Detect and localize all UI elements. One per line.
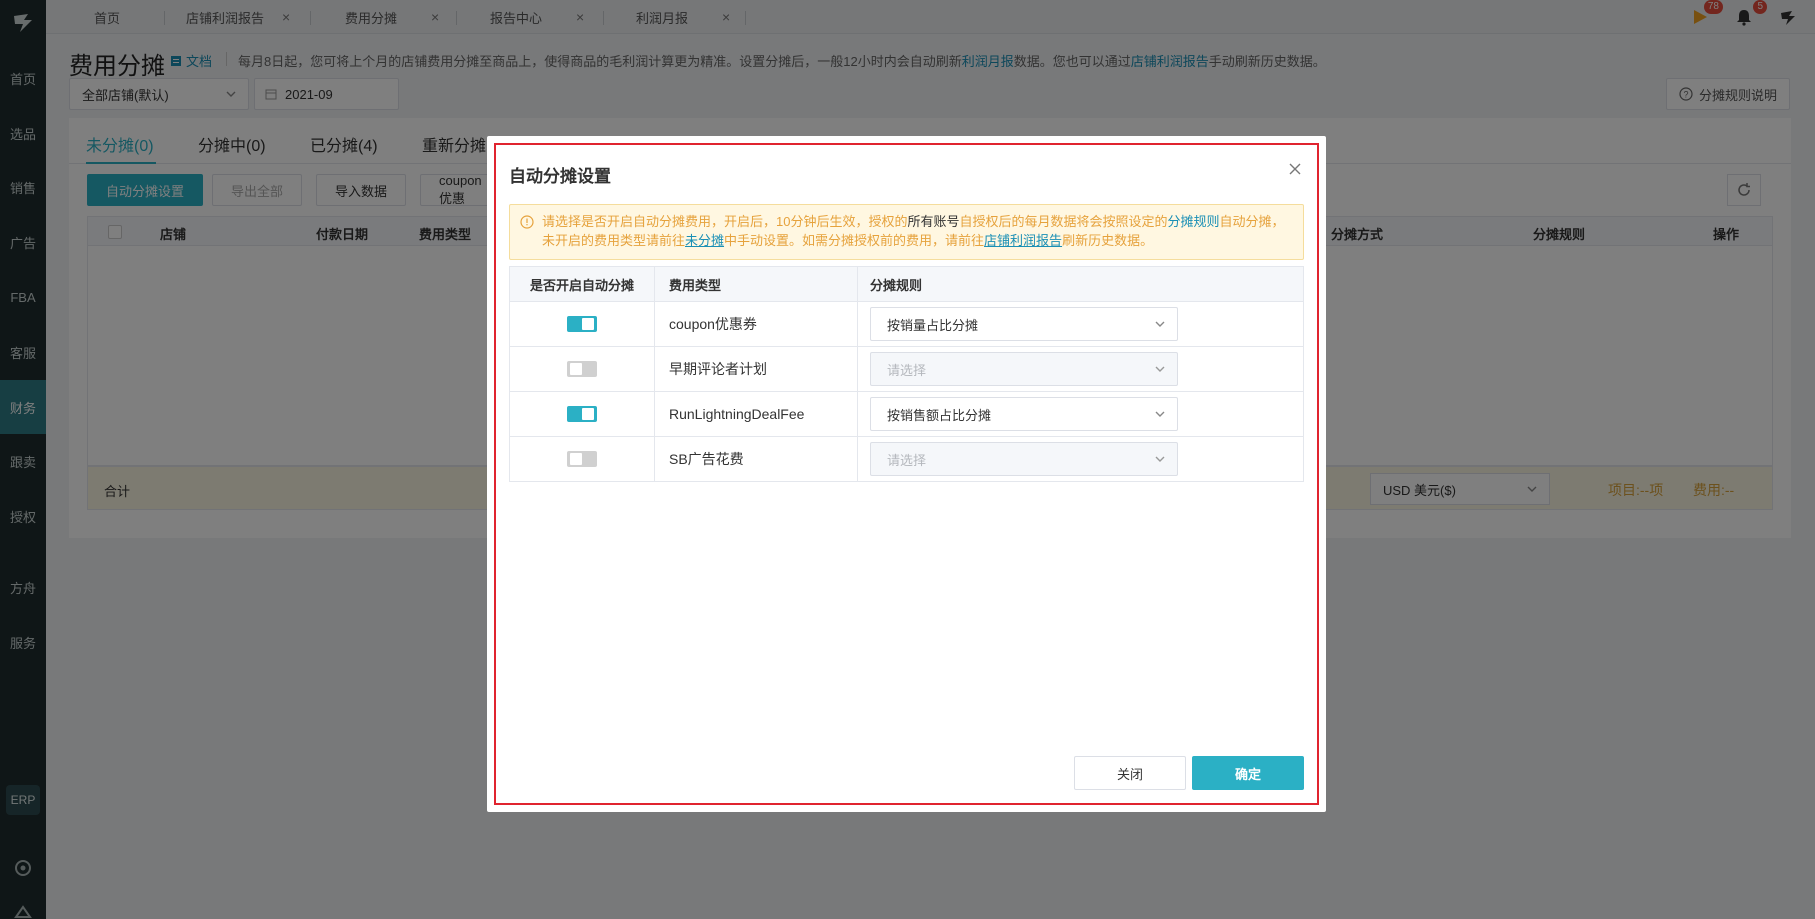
alert-text-part: 自授权后的每月数据将会按照设定的 — [959, 214, 1168, 229]
rule-cell: 按销量占比分摊 — [858, 302, 1305, 346]
alert-text: 请选择是否开启自动分摊费用，开启后，10分钟后生效，授权的所有账号自授权后的每月… — [542, 212, 1293, 250]
rule-cell: 请选择 — [858, 347, 1305, 391]
rule-placeholder: 请选择 — [887, 452, 927, 468]
rule-cell: 请选择 — [858, 437, 1305, 481]
toggle-knob — [582, 408, 594, 420]
rule-value: 按销量占比分摊 — [887, 317, 979, 333]
allocation-rules-link[interactable]: 分摊规则 — [1168, 214, 1220, 229]
alert-text-part: 中手动设置。如需分摊授权前的费用，请前往 — [724, 233, 985, 248]
toggle-cell — [510, 302, 655, 346]
table-row: coupon优惠券 按销量占比分摊 — [510, 301, 1303, 346]
auto-allocate-toggle[interactable] — [567, 316, 597, 332]
auto-allocate-toggle[interactable] — [567, 451, 597, 467]
toggle-cell — [510, 392, 655, 436]
table-header: 是否开启自动分摊 费用类型 分摊规则 — [510, 267, 1303, 301]
toggle-knob — [570, 453, 582, 465]
allocation-rule-select[interactable]: 请选择 — [870, 442, 1178, 476]
confirm-button[interactable]: 确定 — [1192, 756, 1304, 790]
allocation-rule-select[interactable]: 按销量占比分摊 — [870, 307, 1178, 341]
auto-allocation-dialog: 自动分摊设置 请选择是否开启自动分摊费用，开启后，10分钟后生效，授权的所有账号… — [487, 136, 1326, 812]
rule-placeholder: 请选择 — [887, 362, 927, 378]
fee-type-name: coupon优惠券 — [655, 302, 858, 346]
allocation-rule-select[interactable]: 请选择 — [870, 352, 1178, 386]
rule-value: 按销售额占比分摊 — [887, 407, 992, 423]
close-button[interactable]: 关闭 — [1074, 756, 1186, 790]
column-fee-type: 费用类型 — [655, 267, 858, 301]
toggle-knob — [582, 318, 594, 330]
table-row: 早期评论者计划 请选择 — [510, 346, 1303, 391]
toggle-cell — [510, 347, 655, 391]
warning-icon — [520, 215, 534, 229]
fee-type-name: RunLightningDealFee — [655, 392, 858, 436]
fee-type-name: 早期评论者计划 — [655, 347, 858, 391]
chevron-down-icon — [1155, 366, 1165, 372]
allocation-rule-select[interactable]: 按销售额占比分摊 — [870, 397, 1178, 431]
chevron-down-icon — [1155, 456, 1165, 462]
table-row: SB广告花费 请选择 — [510, 436, 1303, 481]
fee-settings-table: 是否开启自动分摊 费用类型 分摊规则 coupon优惠券 按销量占比分摊 早期评… — [509, 266, 1304, 482]
dialog-title: 自动分摊设置 — [509, 167, 611, 186]
alert-text-part: 请选择是否开启自动分摊费用，开启后，10分钟后生效，授权的 — [542, 214, 908, 229]
unallocated-link[interactable]: 未分摊 — [685, 233, 724, 248]
chevron-down-icon — [1155, 411, 1165, 417]
table-row: RunLightningDealFee 按销售额占比分摊 — [510, 391, 1303, 436]
rule-cell: 按销售额占比分摊 — [858, 392, 1305, 436]
warning-alert: 请选择是否开启自动分摊费用，开启后，10分钟后生效，授权的所有账号自授权后的每月… — [509, 204, 1304, 260]
store-profit-report-link[interactable]: 店铺利润报告 — [984, 233, 1062, 248]
toggle-cell — [510, 437, 655, 481]
auto-allocate-toggle[interactable] — [567, 406, 597, 422]
fee-type-name: SB广告花费 — [655, 437, 858, 481]
chevron-down-icon — [1155, 321, 1165, 327]
alert-all-accounts: 所有账号 — [907, 214, 960, 229]
toggle-knob — [570, 363, 582, 375]
column-enabled: 是否开启自动分摊 — [510, 267, 655, 301]
auto-allocate-toggle[interactable] — [567, 361, 597, 377]
alert-text-part: 刷新历史数据。 — [1062, 233, 1154, 248]
column-allocation-rule: 分摊规则 — [870, 277, 923, 293]
close-icon[interactable] — [1286, 160, 1304, 178]
